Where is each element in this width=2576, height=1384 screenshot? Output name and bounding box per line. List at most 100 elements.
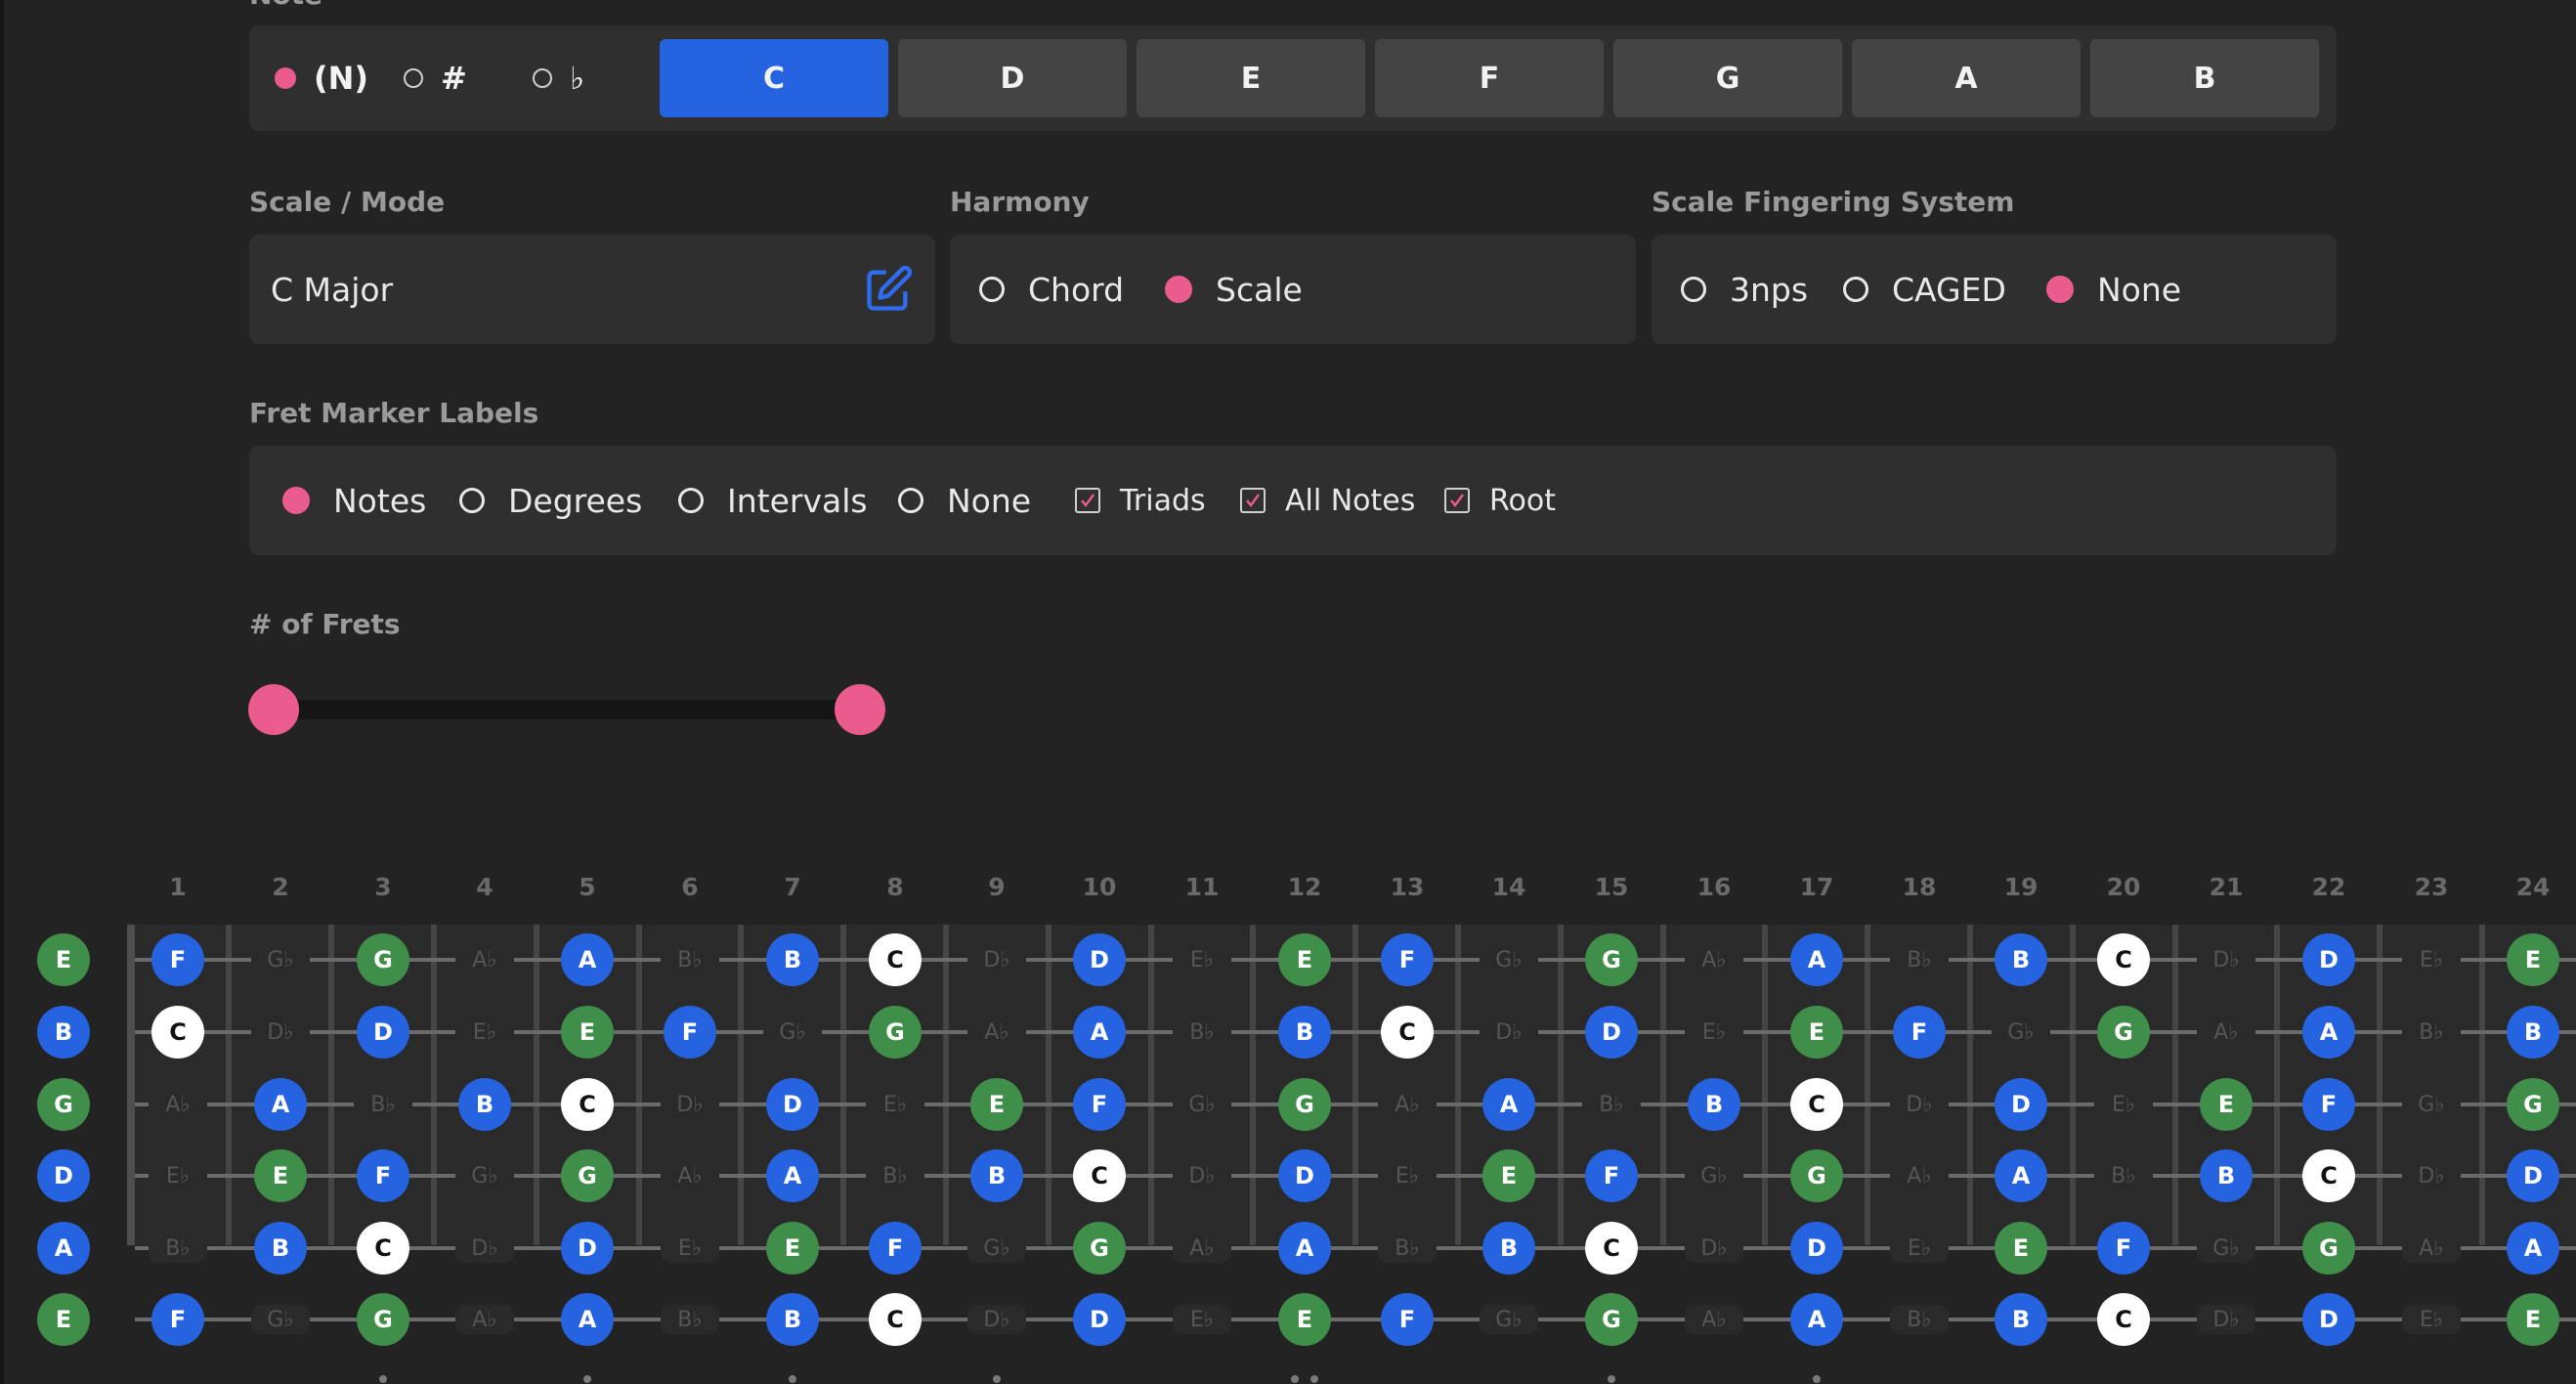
triads-checkbox[interactable] bbox=[1075, 488, 1100, 513]
radio-sharp[interactable] bbox=[404, 68, 423, 88]
fret-note[interactable]: A bbox=[1482, 1078, 1535, 1131]
fret-note[interactable]: C bbox=[2097, 1293, 2150, 1346]
inactive-note[interactable]: E♭ bbox=[1685, 1017, 1743, 1047]
fret-note[interactable]: D bbox=[2507, 1149, 2559, 1202]
fret-note[interactable]: D bbox=[1790, 1222, 1843, 1275]
fret-note[interactable]: G bbox=[1073, 1222, 1126, 1275]
fret-range-track[interactable] bbox=[274, 700, 860, 719]
key-button-e[interactable]: E bbox=[1137, 39, 1365, 117]
inactive-note[interactable]: A♭ bbox=[1890, 1161, 1949, 1190]
fret-note[interactable]: B bbox=[1482, 1222, 1535, 1275]
open-string-note[interactable]: G bbox=[37, 1078, 90, 1131]
check-root[interactable]: Root bbox=[1444, 446, 1556, 555]
fret-note[interactable]: G bbox=[1278, 1078, 1331, 1131]
fret-note[interactable]: C bbox=[1381, 1006, 1434, 1059]
inactive-note[interactable]: G♭ bbox=[1480, 945, 1538, 974]
key-button-c[interactable]: C bbox=[660, 39, 888, 117]
open-string-note[interactable]: B bbox=[37, 1006, 90, 1059]
fret-note[interactable]: F bbox=[151, 933, 204, 986]
fret-note[interactable]: D bbox=[561, 1222, 614, 1275]
fret-note[interactable]: G bbox=[869, 1006, 922, 1059]
inactive-note[interactable]: D♭ bbox=[2197, 1305, 2255, 1334]
inactive-note[interactable]: G♭ bbox=[2402, 1090, 2461, 1119]
fret-note[interactable]: C bbox=[357, 1222, 409, 1275]
inactive-note[interactable]: D♭ bbox=[661, 1090, 719, 1119]
fret-note[interactable]: B bbox=[1688, 1078, 1740, 1131]
fret-note[interactable]: E bbox=[1278, 933, 1331, 986]
fret-range-max-thumb[interactable] bbox=[835, 684, 885, 735]
scale-selector[interactable]: C Major bbox=[249, 235, 935, 344]
inactive-note[interactable]: G♭ bbox=[1992, 1017, 2050, 1047]
fret-note[interactable]: E bbox=[1278, 1293, 1331, 1346]
accidental-sharp[interactable]: # bbox=[404, 25, 467, 131]
inactive-note[interactable]: E♭ bbox=[1890, 1233, 1949, 1263]
inactive-note[interactable]: B♭ bbox=[1582, 1090, 1641, 1119]
harmony-option-chord[interactable]: Chord bbox=[979, 235, 1124, 344]
fret-note[interactable]: A bbox=[2302, 1006, 2355, 1059]
fret-note[interactable]: A bbox=[1790, 933, 1843, 986]
fret-note[interactable]: A bbox=[1995, 1149, 2047, 1202]
fret-note[interactable]: C bbox=[561, 1078, 614, 1131]
fret-note[interactable]: G bbox=[357, 933, 409, 986]
radio-degrees[interactable] bbox=[459, 488, 485, 513]
label-option-notes[interactable]: Notes bbox=[282, 446, 426, 555]
fret-note[interactable]: C bbox=[869, 933, 922, 986]
fingering-option-3nps[interactable]: 3nps bbox=[1681, 235, 1808, 344]
open-string-note[interactable]: A bbox=[37, 1222, 90, 1275]
fret-note[interactable]: F bbox=[2097, 1222, 2150, 1275]
label-option-degrees[interactable]: Degrees bbox=[459, 446, 642, 555]
fret-note[interactable]: F bbox=[869, 1222, 922, 1275]
inactive-note[interactable]: A♭ bbox=[967, 1017, 1026, 1047]
fret-range-min-thumb[interactable] bbox=[248, 684, 299, 735]
fret-note[interactable]: A bbox=[561, 1293, 614, 1346]
key-button-g[interactable]: G bbox=[1613, 39, 1842, 117]
fret-note[interactable]: E bbox=[1482, 1149, 1535, 1202]
fret-note[interactable]: C bbox=[869, 1293, 922, 1346]
fret-note[interactable]: F bbox=[1073, 1078, 1126, 1131]
inactive-note[interactable]: E♭ bbox=[2402, 945, 2461, 974]
inactive-note[interactable]: D♭ bbox=[1685, 1233, 1743, 1263]
fingering-option-caged[interactable]: CAGED bbox=[1843, 235, 2006, 344]
fret-note[interactable]: B bbox=[1995, 933, 2047, 986]
radio-caged[interactable] bbox=[1843, 277, 1868, 302]
fret-note[interactable]: C bbox=[1073, 1149, 1126, 1202]
inactive-note[interactable]: B♭ bbox=[661, 945, 719, 974]
inactive-note[interactable]: D♭ bbox=[2402, 1161, 2461, 1190]
fret-note[interactable]: C bbox=[2302, 1149, 2355, 1202]
fret-note[interactable]: G bbox=[2097, 1006, 2150, 1059]
inactive-note[interactable]: A♭ bbox=[1685, 1305, 1743, 1334]
inactive-note[interactable]: B♭ bbox=[149, 1233, 207, 1263]
open-string-note[interactable]: E bbox=[37, 1293, 90, 1346]
key-button-a[interactable]: A bbox=[1852, 39, 2081, 117]
fret-note[interactable]: B bbox=[766, 1293, 819, 1346]
inactive-note[interactable]: E♭ bbox=[1173, 1305, 1231, 1334]
fret-note[interactable]: B bbox=[458, 1078, 511, 1131]
fret-note[interactable]: A bbox=[2507, 1222, 2559, 1275]
key-button-b[interactable]: B bbox=[2090, 39, 2319, 117]
accidental-flat[interactable]: ♭ bbox=[533, 25, 584, 131]
inactive-note[interactable]: A♭ bbox=[455, 1305, 514, 1334]
accidental-natural[interactable]: (N) bbox=[275, 25, 368, 131]
inactive-note[interactable]: E♭ bbox=[1378, 1161, 1437, 1190]
inactive-note[interactable]: B♭ bbox=[1378, 1233, 1437, 1263]
fret-note[interactable]: D bbox=[1995, 1078, 2047, 1131]
check-triads[interactable]: Triads bbox=[1075, 446, 1206, 555]
fret-note[interactable]: G bbox=[1585, 933, 1638, 986]
inactive-note[interactable]: E♭ bbox=[2402, 1305, 2461, 1334]
fret-note[interactable]: D bbox=[1073, 933, 1126, 986]
fret-note[interactable]: A bbox=[766, 1149, 819, 1202]
inactive-note[interactable]: B♭ bbox=[354, 1090, 412, 1119]
key-button-d[interactable]: D bbox=[898, 39, 1127, 117]
inactive-note[interactable]: D♭ bbox=[1480, 1017, 1538, 1047]
inactive-note[interactable]: D♭ bbox=[967, 1305, 1026, 1334]
label-option-intervals[interactable]: Intervals bbox=[678, 446, 868, 555]
inactive-note[interactable]: A♭ bbox=[1685, 945, 1743, 974]
harmony-option-scale[interactable]: Scale bbox=[1165, 235, 1303, 344]
radio-scale[interactable] bbox=[1165, 276, 1192, 303]
inactive-note[interactable]: D♭ bbox=[455, 1233, 514, 1263]
fret-note[interactable]: A bbox=[561, 933, 614, 986]
inactive-note[interactable]: B♭ bbox=[661, 1305, 719, 1334]
fret-note[interactable]: A bbox=[1790, 1293, 1843, 1346]
inactive-note[interactable]: G♭ bbox=[1480, 1305, 1538, 1334]
fret-note[interactable]: G bbox=[1585, 1293, 1638, 1346]
